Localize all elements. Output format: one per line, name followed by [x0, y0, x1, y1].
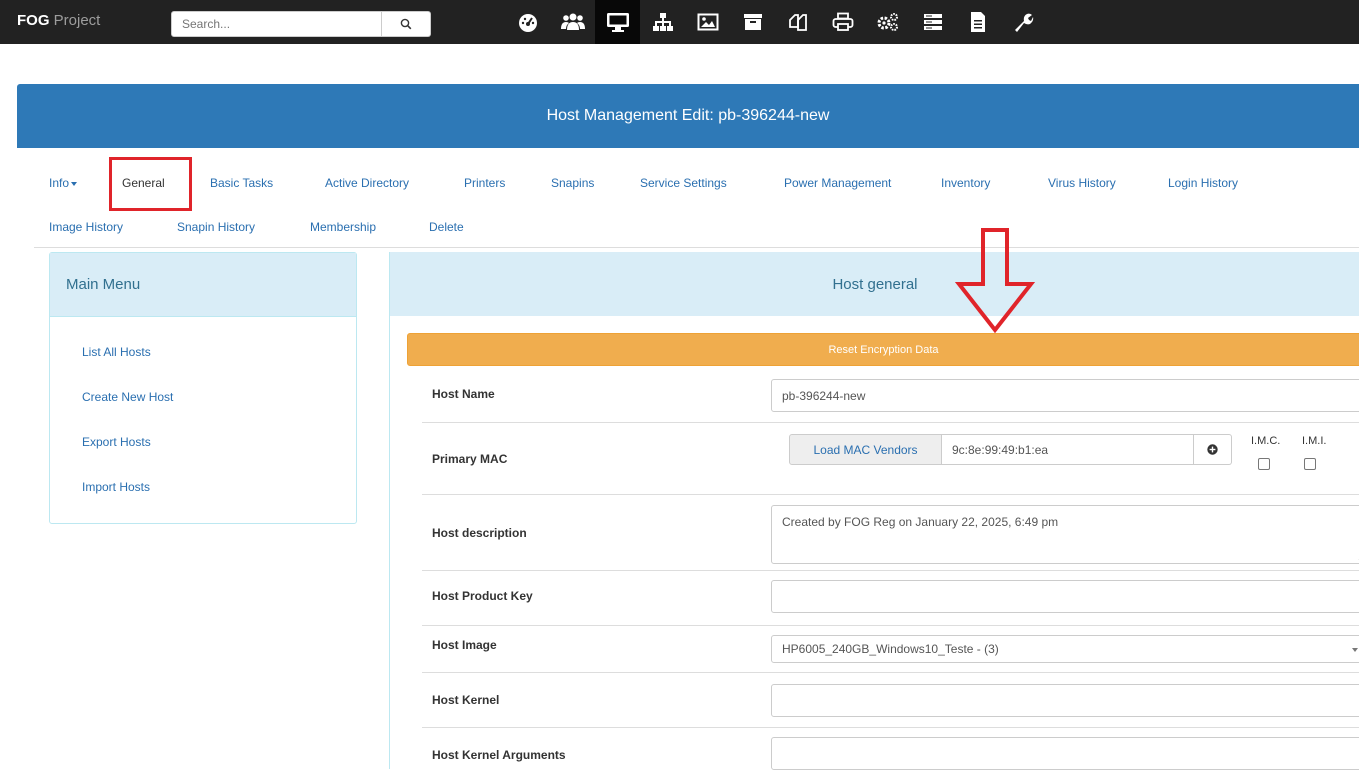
nav-icon-bar: [505, 0, 1045, 44]
tab-inventory[interactable]: Inventory: [941, 176, 990, 190]
host-kernel-args-label: Host Kernel Arguments: [432, 748, 566, 762]
server-icon: [923, 14, 942, 30]
nav-plugins[interactable]: [910, 0, 955, 44]
nav-storage[interactable]: [730, 0, 775, 44]
dashboard-icon: [518, 14, 537, 32]
primary-mac-label: Primary MAC: [432, 452, 508, 466]
menu-export-hosts[interactable]: Export Hosts: [82, 435, 151, 449]
wrench-icon: [1014, 13, 1033, 32]
tab-service-settings[interactable]: Service Settings: [640, 176, 727, 190]
navbar-bar: FOG Project: [0, 0, 1359, 44]
host-kernel-input[interactable]: [771, 684, 1359, 717]
search-icon: [400, 18, 412, 30]
nav-settings[interactable]: [1000, 0, 1045, 44]
host-kernel-args-input[interactable]: [771, 737, 1359, 770]
tab-active-directory[interactable]: Active Directory: [325, 176, 409, 190]
tab-login-history[interactable]: Login History: [1168, 176, 1238, 190]
nav-dashboard[interactable]: [505, 0, 550, 44]
tab-info-label: Info: [49, 176, 70, 190]
print-icon: [832, 12, 853, 31]
nav-reports[interactable]: [955, 0, 1000, 44]
nav-hosts[interactable]: [595, 0, 640, 44]
menu-import-hosts[interactable]: Import Hosts: [82, 480, 150, 494]
tab-delete[interactable]: Delete: [429, 220, 464, 234]
nav-users[interactable]: [550, 0, 595, 44]
nav-images[interactable]: [685, 0, 730, 44]
caret-down-icon: [71, 181, 78, 186]
main-menu-heading: Main Menu: [50, 253, 356, 317]
nav-snapins[interactable]: [775, 0, 820, 44]
tab-printers[interactable]: Printers: [464, 176, 505, 190]
tab-image-history[interactable]: Image History: [49, 220, 123, 234]
brand-rest: Project: [49, 12, 101, 29]
imc-label: I.M.C.: [1251, 435, 1281, 447]
host-description-textarea[interactable]: Created by FOG Reg on January 22, 2025, …: [771, 505, 1359, 564]
tab-basic-tasks[interactable]: Basic Tasks: [210, 176, 273, 190]
page-header: Host Management Edit: pb-396244-new: [17, 84, 1359, 148]
file-icon: [970, 12, 985, 32]
chevron-down-icon: [1352, 648, 1358, 652]
product-key-input[interactable]: [771, 580, 1359, 613]
host-description-value: Created by FOG Reg on January 22, 2025, …: [782, 515, 1059, 529]
row-host-kernel: Host Kernel: [422, 673, 1359, 728]
image-icon: [697, 13, 718, 31]
page-title: Host Management Edit: pb-396244-new: [546, 107, 830, 124]
host-name-input[interactable]: pb-396244-new: [771, 379, 1359, 412]
host-general-heading: Host general: [390, 252, 1359, 316]
row-host-kernel-args: Host Kernel Arguments: [422, 728, 1359, 770]
highlight-box: [109, 157, 192, 211]
product-key-label: Host Product Key: [432, 589, 533, 603]
nav-groups[interactable]: [640, 0, 685, 44]
imi-label: I.M.I.: [1302, 435, 1327, 447]
row-host-description: Host description Created by FOG Reg on J…: [422, 495, 1359, 571]
main-menu-panel: Main Menu List All Hosts Create New Host…: [49, 252, 357, 524]
search-group: [171, 11, 431, 37]
copy-icon: [788, 14, 807, 31]
mac-input-group: Load MAC Vendors 9c:8e:99:49:b1:ea: [789, 434, 1232, 465]
tabs-divider: [34, 247, 1359, 248]
desktop-icon: [606, 13, 629, 32]
cogs-icon: [877, 13, 898, 31]
users-icon: [560, 13, 585, 30]
sitemap-icon: [652, 13, 673, 31]
row-host-name: Host Name pb-396244-new: [422, 368, 1359, 423]
host-name-label: Host Name: [432, 387, 495, 401]
brand-bold: FOG: [17, 12, 50, 29]
host-image-label: Host Image: [432, 638, 497, 652]
menu-list-all-hosts[interactable]: List All Hosts: [82, 345, 151, 359]
brand-logo[interactable]: FOG Project: [17, 12, 100, 29]
host-description-label: Host description: [432, 526, 527, 540]
tab-power-management[interactable]: Power Management: [784, 176, 891, 190]
nav-service[interactable]: [865, 0, 910, 44]
row-product-key: Host Product Key: [422, 571, 1359, 626]
tab-virus-history[interactable]: Virus History: [1048, 176, 1116, 190]
imi-checkbox[interactable]: [1304, 458, 1316, 470]
primary-mac-input[interactable]: 9c:8e:99:49:b1:ea: [942, 434, 1194, 465]
host-kernel-label: Host Kernel: [432, 693, 500, 707]
row-primary-mac: Primary MAC Load MAC Vendors 9c:8e:99:49…: [422, 423, 1359, 495]
tab-snapin-history[interactable]: Snapin History: [177, 220, 255, 234]
host-general-panel: Host general Reset Encryption Data Host …: [389, 252, 1359, 770]
reset-encryption-button[interactable]: Reset Encryption Data: [407, 333, 1359, 366]
search-button[interactable]: [382, 11, 431, 37]
search-input[interactable]: [171, 11, 382, 37]
annotation-arrow-icon: [955, 228, 1035, 333]
primary-mac-value: 9c:8e:99:49:b1:ea: [952, 442, 1049, 457]
add-mac-button[interactable]: [1194, 434, 1232, 465]
tab-membership[interactable]: Membership: [310, 220, 376, 234]
host-image-value: HP6005_240GB_Windows10_Teste - (3): [782, 642, 999, 656]
host-image-select[interactable]: HP6005_240GB_Windows10_Teste - (3): [771, 635, 1359, 663]
imc-checkbox[interactable]: [1258, 458, 1270, 470]
tab-info[interactable]: Info: [49, 176, 78, 190]
archive-icon: [743, 14, 762, 30]
plus-circle-icon: [1207, 444, 1218, 455]
top-navbar: FOG Project: [0, 0, 1359, 72]
row-host-image: Host Image HP6005_240GB_Windows10_Teste …: [422, 626, 1359, 673]
menu-create-new-host[interactable]: Create New Host: [82, 390, 173, 404]
load-mac-vendors-button[interactable]: Load MAC Vendors: [789, 434, 942, 465]
nav-printers[interactable]: [820, 0, 865, 44]
tab-snapins[interactable]: Snapins: [551, 176, 594, 190]
host-name-value: pb-396244-new: [782, 388, 866, 403]
